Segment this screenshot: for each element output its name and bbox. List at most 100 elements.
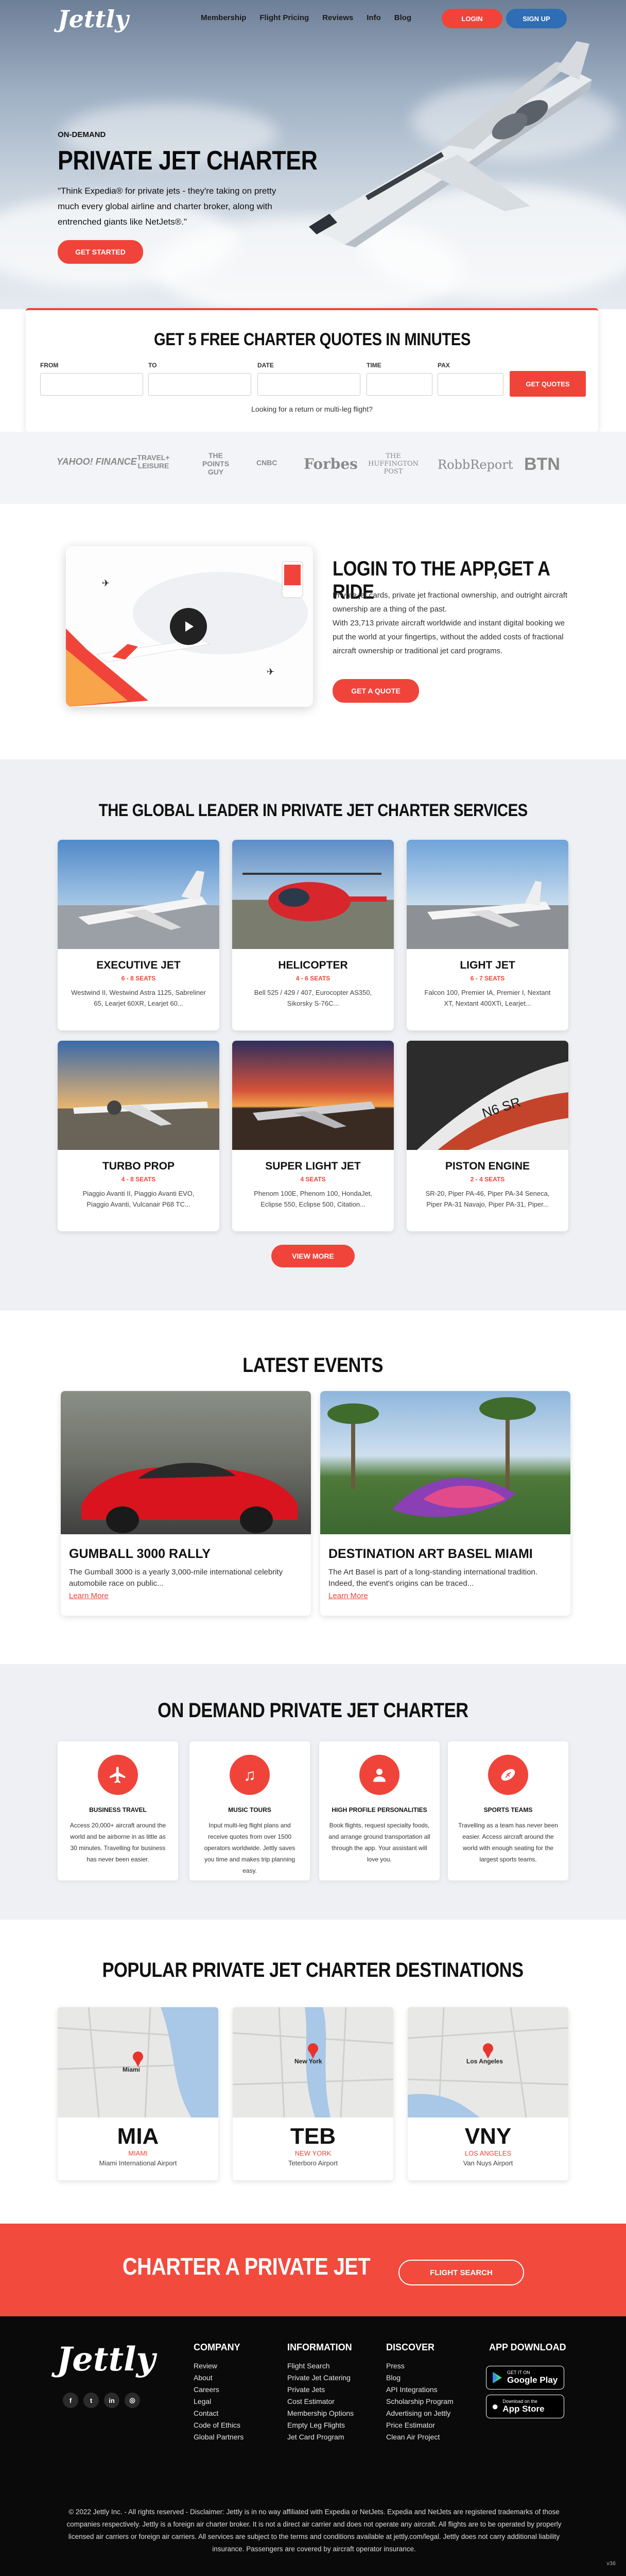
footer-link-clean-air[interactable]: Clean Air Project (386, 2431, 454, 2443)
footer-link-private-jets[interactable]: Private Jets (287, 2384, 354, 2396)
jettly-logo[interactable]: Jettly (58, 5, 129, 33)
press-logo-travel-leisure: TRAVEL+ LEISURE (137, 453, 170, 470)
service-card-piston-engine[interactable]: N6 SR PISTON ENGINE 2 - 4 SEATS SR-20, P… (407, 1041, 568, 1231)
footer-link-membership[interactable]: Membership Options (287, 2408, 354, 2419)
on-demand-title: ON DEMAND PRIVATE JET CHARTER (158, 1699, 468, 1722)
version-label: v36 (606, 2561, 616, 2567)
football-icon (488, 1755, 528, 1795)
nav-info[interactable]: Info (367, 13, 381, 22)
footer-logo[interactable]: Jettly (57, 2340, 155, 2379)
footer-link-global-partners[interactable]: Global Partners (194, 2431, 244, 2443)
facebook-icon[interactable]: f (63, 2393, 78, 2408)
event-card-gumball[interactable]: GUMBALL 3000 RALLY The Gumball 3000 is a… (61, 1391, 311, 1616)
signup-button[interactable]: SIGN UP (506, 9, 567, 28)
get-a-quote-button[interactable]: GET A QUOTE (333, 679, 419, 703)
feature-title: BUSINESS TRAVEL (89, 1806, 147, 1814)
event-card-art-basel[interactable]: DESTINATION ART BASEL MIAMI The Art Base… (320, 1391, 570, 1616)
feature-title: MUSIC TOURS (228, 1806, 271, 1814)
feature-desc: Input multi-leg flight plans and receive… (204, 1822, 295, 1874)
service-card-executive-jet[interactable]: EXECUTIVE JET 6 - 8 SEATS Westwind II, W… (58, 840, 219, 1030)
footer-link-cost-estimator[interactable]: Cost Estimator (287, 2396, 354, 2408)
flight-search-button[interactable]: FLIGHT SEARCH (398, 2260, 524, 2285)
footer-link-review[interactable]: Review (194, 2360, 244, 2372)
footer-link-about[interactable]: About (194, 2372, 244, 2384)
time-input[interactable] (367, 373, 432, 396)
footer-link-code-of-ethics[interactable]: Code of Ethics (194, 2419, 244, 2431)
footer-heading: INFORMATION (287, 2342, 352, 2352)
hero-section: Jettly Membership Flight Pricing Reviews… (0, 0, 626, 309)
events-section: LATEST EVENTS GUMBALL 3000 RALLY The Gum… (0, 1311, 626, 1664)
footer-link-price-estimator[interactable]: Price Estimator (386, 2419, 454, 2431)
footer-link-careers[interactable]: Careers (194, 2384, 244, 2396)
footer-col-company: COMPANY Review About Careers Legal Conta… (194, 2342, 244, 2443)
footer-col-app: APP DOWNLOAD (489, 2342, 566, 2360)
from-input[interactable] (40, 373, 143, 396)
service-title: TURBO PROP (102, 1160, 175, 1172)
service-card-turbo-prop[interactable]: TURBO PROP 4 - 8 SEATS Piaggio Avanti II… (58, 1041, 219, 1231)
footer-link-scholarship[interactable]: Scholarship Program (386, 2396, 454, 2408)
pax-input[interactable] (438, 373, 503, 396)
footer-link-api[interactable]: API Integrations (386, 2384, 454, 2396)
press-logo-robb-report: RobbReport (438, 457, 513, 472)
service-card-light-jet[interactable]: LIGHT JET 6 - 7 SEATS Falcon 100, Premie… (407, 840, 568, 1030)
instagram-icon[interactable]: ◎ (125, 2393, 140, 2408)
destination-code: TEB (290, 2124, 336, 2149)
footer: Jettly f t in ◎ COMPANY Review About Car… (0, 2316, 626, 2576)
footer-link-jet-card[interactable]: Jet Card Program (287, 2431, 354, 2443)
destination-card-mia[interactable]: Miami MIA MIAMI Miami International Airp… (58, 2007, 218, 2180)
footer-link-empty-leg[interactable]: Empty Leg Flights (287, 2419, 354, 2431)
service-seats: 6 - 8 SEATS (121, 975, 156, 982)
destination-airport: Van Nuys Airport (463, 2159, 513, 2167)
destination-map: Miami (58, 2007, 218, 2117)
service-desc: Westwind II, Westwind Astra 1125, Sabrel… (71, 989, 206, 1007)
app-video-thumbnail[interactable]: ✈ ✈ (66, 546, 313, 707)
app-paragraph-1: Private jet cards, private jet fractiona… (333, 591, 568, 614)
play-button-icon[interactable] (170, 608, 207, 645)
nav-blog[interactable]: Blog (394, 13, 411, 22)
destination-card-vny[interactable]: Los Angeles VNY LOS ANGELES Van Nuys Air… (408, 2007, 568, 2180)
service-card-helicopter[interactable]: HELICOPTER 4 - 6 SEATS Bell 525 / 429 / … (232, 840, 394, 1030)
destination-map: Los Angeles (408, 2007, 568, 2117)
app-paragraph-2: With 23,713 private aircraft worldwide a… (333, 619, 565, 655)
service-card-super-light-jet[interactable]: SUPER LIGHT JET 4 SEATS Phenom 100E, Phe… (232, 1041, 394, 1231)
map-city-label: New York (294, 2058, 322, 2065)
feature-desc: Access 20,000+ aircraft around the world… (69, 1822, 166, 1863)
date-input[interactable] (257, 373, 360, 396)
footer-link-flight-search[interactable]: Flight Search (287, 2360, 354, 2372)
app-store-badge[interactable]: ● Download on the App Store (486, 2395, 564, 2418)
to-input[interactable] (148, 373, 251, 396)
footer-link-contact[interactable]: Contact (194, 2408, 244, 2419)
feature-desc: Book flights, request specialty foods, a… (328, 1822, 430, 1863)
linkedin-icon[interactable]: in (104, 2393, 119, 2408)
event-learn-more-link[interactable]: Learn More (328, 1591, 562, 1600)
press-logo-points-guy: THE POINTS GUY (202, 451, 230, 476)
svg-text:✈: ✈ (102, 578, 110, 588)
destination-card-teb[interactable]: New York TEB NEW YORK Teterboro Airport (233, 2007, 393, 2180)
feature-title: HIGH PROFILE PERSONALITIES (332, 1806, 427, 1814)
service-seats: 4 - 8 SEATS (121, 1176, 156, 1183)
twitter-icon[interactable]: t (83, 2393, 99, 2408)
event-desc: The Gumball 3000 is a yearly 3,000-mile … (69, 1568, 283, 1588)
service-seats: 2 - 4 SEATS (470, 1176, 505, 1183)
footer-link-catering[interactable]: Private Jet Catering (287, 2372, 354, 2384)
footer-link-legal[interactable]: Legal (194, 2396, 244, 2408)
footer-link-blog[interactable]: Blog (386, 2372, 454, 2384)
time-label: TIME (367, 362, 381, 369)
nav-flight-pricing[interactable]: Flight Pricing (259, 13, 309, 22)
login-button[interactable]: LOGIN (442, 9, 502, 28)
footer-link-press[interactable]: Press (386, 2360, 454, 2372)
service-title: EXECUTIVE JET (96, 959, 181, 971)
nav-reviews[interactable]: Reviews (322, 13, 353, 22)
event-learn-more-link[interactable]: Learn More (69, 1591, 303, 1600)
on-demand-section: ON DEMAND PRIVATE JET CHARTER BUSINESS T… (0, 1664, 626, 1920)
nav-membership[interactable]: Membership (201, 13, 246, 22)
view-more-button[interactable]: VIEW MORE (271, 1245, 355, 1267)
destination-airport: Miami International Airport (99, 2159, 177, 2167)
multi-leg-link[interactable]: Looking for a return or multi-leg flight… (26, 405, 598, 413)
google-play-badge[interactable]: GET IT ON Google Play (486, 2366, 564, 2389)
get-quotes-button[interactable]: GET QUOTES (510, 371, 586, 397)
get-started-button[interactable]: GET STARTED (58, 240, 143, 264)
footer-link-advertising[interactable]: Advertising on Jettly (386, 2408, 454, 2419)
app-description: Private jet cards, private jet fractiona… (333, 588, 569, 658)
feature-music-tours: ♫ MUSIC TOURS Input multi-leg flight pla… (189, 1741, 310, 1880)
